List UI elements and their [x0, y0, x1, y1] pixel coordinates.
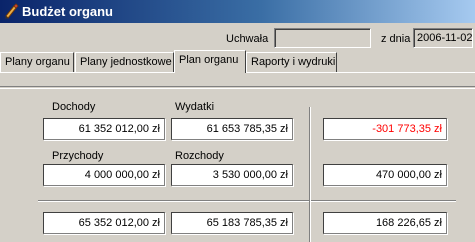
z-dnia-label: z dnia [381, 33, 411, 45]
pencil-icon [5, 3, 19, 19]
przychody-value: 4 000 000,00 zł [43, 164, 165, 186]
tab-raporty-i-wydruki[interactable]: Raporty i wydruki [246, 52, 337, 72]
date-field[interactable]: 2006-11-02 [413, 28, 473, 48]
balance-value: 168 226,65 zł [323, 212, 447, 234]
total-income-value: 65 352 012,00 zł [43, 212, 165, 234]
rozchody-label: Rozchody [175, 150, 224, 162]
rozchody-value: 3 530 000,00 zł [171, 164, 293, 186]
tab-plany-organu[interactable]: Plany organu [0, 52, 74, 72]
finance-diff-value: 470 000,00 zł [323, 164, 447, 186]
wydatki-label: Wydatki [175, 101, 215, 113]
uchwala-field[interactable] [274, 28, 371, 48]
tab-plan-organu[interactable]: Plan organu [174, 50, 246, 73]
title-bar: Budżet organu [0, 0, 475, 23]
total-expense-value: 65 183 785,35 zł [171, 212, 293, 234]
vertical-separator [309, 107, 311, 242]
tab-plany-jednostkowe[interactable]: Plany jednostkowe [75, 52, 174, 72]
deficit-value: -301 773,35 zł [323, 118, 447, 140]
dochody-label: Dochody [52, 101, 96, 113]
window-title: Budżet organu [22, 4, 113, 19]
przychody-label: Przychody [52, 150, 104, 162]
dochody-value: 61 352 012,00 zł [43, 118, 165, 140]
horizontal-separator [38, 200, 456, 202]
uchwala-label: Uchwała [226, 33, 269, 45]
wydatki-value: 61 653 785,35 zł [171, 118, 293, 140]
